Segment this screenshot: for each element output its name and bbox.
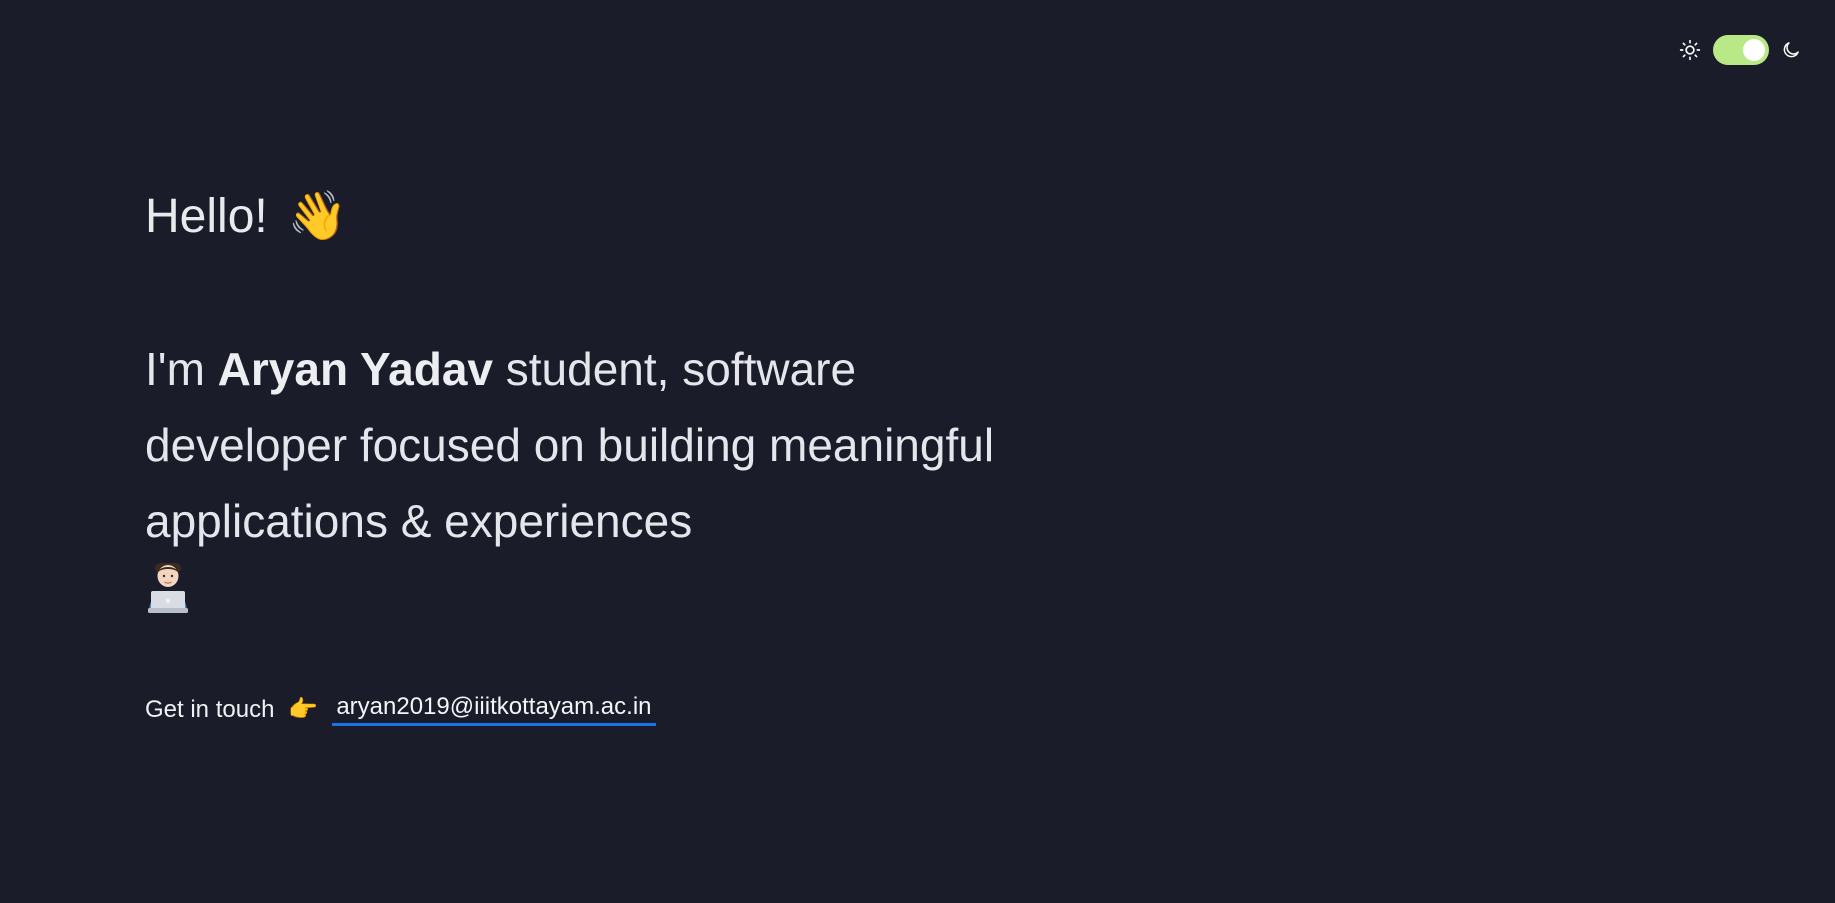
contact-label: Get in touch — [145, 695, 275, 723]
greeting-heading: Hello! 👋 — [145, 182, 1045, 251]
intro-prefix: I'm — [145, 343, 218, 395]
switch-knob — [1743, 39, 1765, 61]
moon-icon — [1781, 40, 1801, 60]
intro-paragraph: I'm Aryan Yadav student, software develo… — [145, 331, 1025, 559]
hero-section: Hello! 👋 I'm Aryan Yadav student, softwar… — [145, 182, 1045, 726]
dark-mode-switch[interactable] — [1713, 35, 1769, 65]
laptop-person-emoji — [145, 561, 191, 613]
email-link[interactable]: aryan2019@iiitkottayam.ac.in — [332, 693, 656, 726]
pointing-hand-emoji: 👉 — [288, 696, 319, 723]
theme-toggle — [1679, 35, 1801, 65]
author-name: Aryan Yadav — [217, 343, 493, 395]
greeting-text: Hello! — [145, 190, 268, 243]
contact-row: Get in touch 👉 aryan2019@iiitkottayam.ac… — [145, 693, 1045, 726]
sun-icon — [1679, 39, 1701, 61]
waving-hand-emoji: 👋 — [287, 188, 348, 244]
